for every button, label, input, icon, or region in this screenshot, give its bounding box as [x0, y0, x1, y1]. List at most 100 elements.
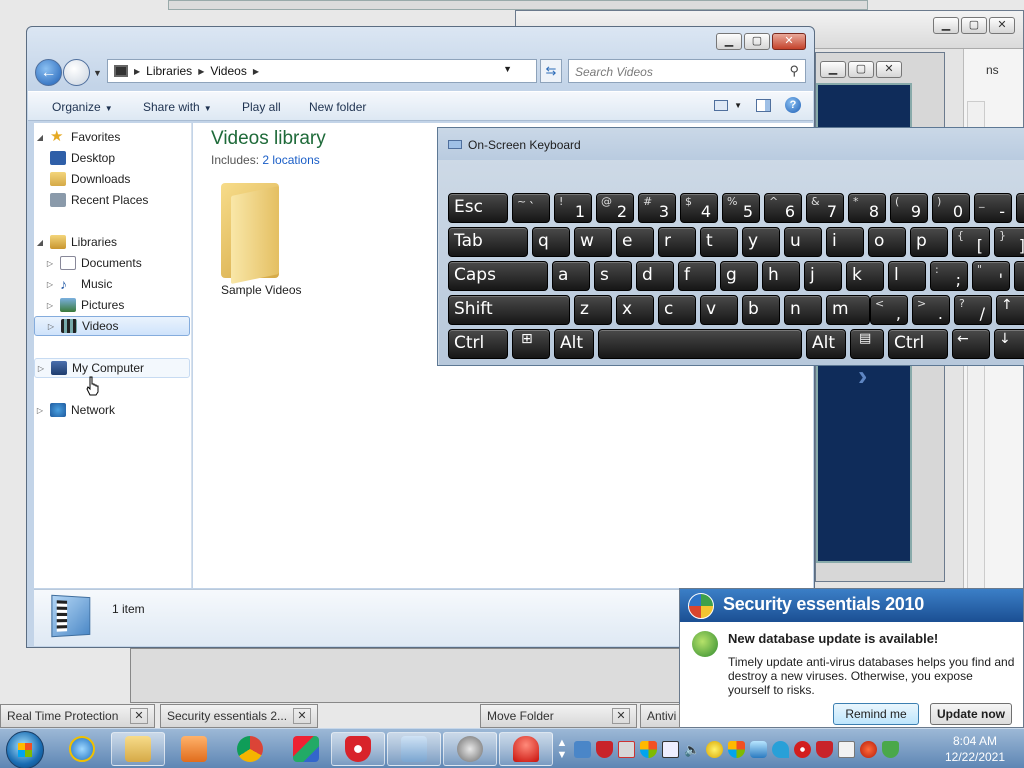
tray-alert-icon[interactable]: [706, 740, 723, 758]
collapsed-arrow-icon[interactable]: ▷: [44, 280, 56, 289]
key-7[interactable]: & 7: [806, 193, 844, 223]
key-z[interactable]: z: [574, 295, 612, 325]
breadcrumb-separator-icon[interactable]: ▶: [253, 67, 259, 76]
key-w[interactable]: w: [574, 227, 612, 257]
nav-item-downloads[interactable]: Downloads: [34, 169, 190, 189]
breadcrumb-videos[interactable]: Videos: [210, 64, 246, 78]
key-r[interactable]: r: [658, 227, 696, 257]
key-l[interactable]: l: [888, 261, 926, 291]
tray-volume-icon[interactable]: 🔈: [684, 741, 701, 758]
key-comma[interactable]: <,: [870, 295, 908, 325]
nav-item-desktop[interactable]: Desktop: [34, 148, 190, 168]
key-right-bracket[interactable]: }]: [994, 227, 1024, 257]
taskbar-explorer[interactable]: [111, 732, 165, 766]
key-alt-right[interactable]: Alt: [806, 329, 846, 359]
key-m[interactable]: m: [826, 295, 870, 325]
key-alt-left[interactable]: Alt: [554, 329, 594, 359]
key-e[interactable]: e: [616, 227, 654, 257]
key-up-arrow[interactable]: ↑: [996, 295, 1024, 325]
tray-virus-icon[interactable]: [860, 740, 877, 758]
key-p[interactable]: p: [910, 227, 948, 257]
tray-security-shield-icon[interactable]: [728, 740, 745, 758]
key-5[interactable]: % 5: [722, 193, 760, 223]
nav-item-videos[interactable]: ▷ Videos: [34, 316, 190, 336]
key-ctrl-right[interactable]: Ctrl: [888, 329, 948, 359]
key-g[interactable]: g: [720, 261, 758, 291]
key-menu[interactable]: ▤: [850, 329, 884, 359]
tray-app-icon[interactable]: [574, 740, 591, 758]
close-icon[interactable]: ✕: [989, 17, 1015, 34]
expanded-arrow-icon[interactable]: ◢: [34, 133, 46, 142]
tray-red-shield-icon[interactable]: [816, 740, 833, 758]
taskbar-media-player[interactable]: [167, 732, 221, 766]
tray-network-icon[interactable]: [662, 740, 679, 758]
collapsed-arrow-icon[interactable]: ▷: [34, 406, 46, 415]
key-c[interactable]: c: [658, 295, 696, 325]
play-all-button[interactable]: Play all: [242, 100, 281, 114]
maximize-icon[interactable]: ▢: [961, 17, 987, 34]
key-shift[interactable]: Shift: [448, 295, 570, 325]
nav-item-pictures[interactable]: ▷ Pictures: [34, 295, 190, 315]
nav-item-my-computer[interactable]: ▷ My Computer: [34, 358, 190, 378]
key-f[interactable]: f: [678, 261, 716, 291]
key-y[interactable]: y: [742, 227, 780, 257]
close-icon[interactable]: ✕: [772, 33, 806, 50]
key-enter[interactable]: [1014, 261, 1024, 291]
window-strip-move-folder[interactable]: Move Folder ✕: [480, 704, 637, 728]
nav-item-favorites[interactable]: ◢ ★ Favorites: [34, 127, 190, 147]
folder-label-sample-videos[interactable]: Sample Videos: [221, 283, 302, 297]
key-v[interactable]: v: [700, 295, 738, 325]
nav-item-music[interactable]: ▷ ♪ Music: [34, 274, 190, 294]
key-k[interactable]: k: [846, 261, 884, 291]
tray-document-icon[interactable]: [838, 740, 855, 758]
organize-button[interactable]: Organize ▼: [52, 100, 113, 114]
key-minus[interactable]: _ -: [974, 193, 1012, 223]
tray-shield-icon[interactable]: [596, 740, 613, 758]
folder-icon[interactable]: [221, 183, 279, 285]
key-space[interactable]: [598, 329, 802, 359]
key-n[interactable]: n: [784, 295, 822, 325]
view-options-dropdown-icon[interactable]: ▼: [734, 101, 742, 110]
key-j[interactable]: j: [804, 261, 842, 291]
taskbar-chrome[interactable]: [223, 732, 277, 766]
tray-scroll-icon[interactable]: ▲ ▼: [555, 737, 569, 761]
key-slash[interactable]: ? /: [954, 295, 992, 325]
new-folder-button[interactable]: New folder: [309, 100, 366, 114]
key-tab[interactable]: Tab: [448, 227, 528, 257]
key-semicolon[interactable]: :;: [930, 261, 968, 291]
change-view-icon[interactable]: [714, 99, 729, 111]
key-left-bracket[interactable]: {[: [952, 227, 990, 257]
tray-bird-icon[interactable]: [772, 740, 789, 758]
key-ctrl-left[interactable]: Ctrl: [448, 329, 508, 359]
key-windows[interactable]: ⊞: [512, 329, 550, 359]
address-bar[interactable]: ▶ Libraries ▶ Videos ▶ ▼: [107, 59, 537, 83]
help-icon[interactable]: ?: [785, 97, 801, 113]
key-9[interactable]: (9: [890, 193, 928, 223]
nav-item-recent-places[interactable]: Recent Places: [34, 190, 190, 210]
nav-item-network[interactable]: ▷ Network: [34, 400, 190, 420]
window-strip-security-essentials[interactable]: Security essentials 2... ✕: [160, 704, 318, 728]
tray-warning-flag-icon[interactable]: [618, 740, 635, 758]
search-icon[interactable]: ⚲: [789, 63, 799, 79]
back-button[interactable]: ←: [35, 59, 62, 86]
collapsed-arrow-icon[interactable]: ▷: [44, 301, 56, 310]
breadcrumb-separator-icon[interactable]: ▶: [198, 67, 204, 76]
taskbar-app-blocks[interactable]: [279, 732, 333, 766]
key-x[interactable]: x: [616, 295, 654, 325]
close-icon[interactable]: ✕: [876, 61, 902, 78]
recent-pages-dropdown-icon[interactable]: ▼: [93, 68, 102, 78]
remind-me-later-button[interactable]: Remind me later: [833, 703, 919, 741]
key-quote[interactable]: " ': [972, 261, 1010, 291]
maximize-icon[interactable]: ▢: [744, 33, 770, 50]
tray-gem-icon[interactable]: [750, 740, 767, 758]
minimize-icon[interactable]: ▁: [716, 33, 742, 50]
key-6[interactable]: ^ 6: [764, 193, 802, 223]
close-icon[interactable]: ✕: [293, 708, 311, 724]
taskbar-knight[interactable]: [443, 732, 497, 766]
share-with-button[interactable]: Share with ▼: [143, 100, 212, 114]
taskbar-scanner[interactable]: [387, 732, 441, 766]
window-strip-antivirus[interactable]: Antivi: [640, 704, 680, 728]
start-button[interactable]: [6, 731, 44, 768]
clock[interactable]: 8:04 AM 12/22/2021: [935, 733, 1015, 765]
breadcrumb-separator-icon[interactable]: ▶: [134, 67, 140, 76]
